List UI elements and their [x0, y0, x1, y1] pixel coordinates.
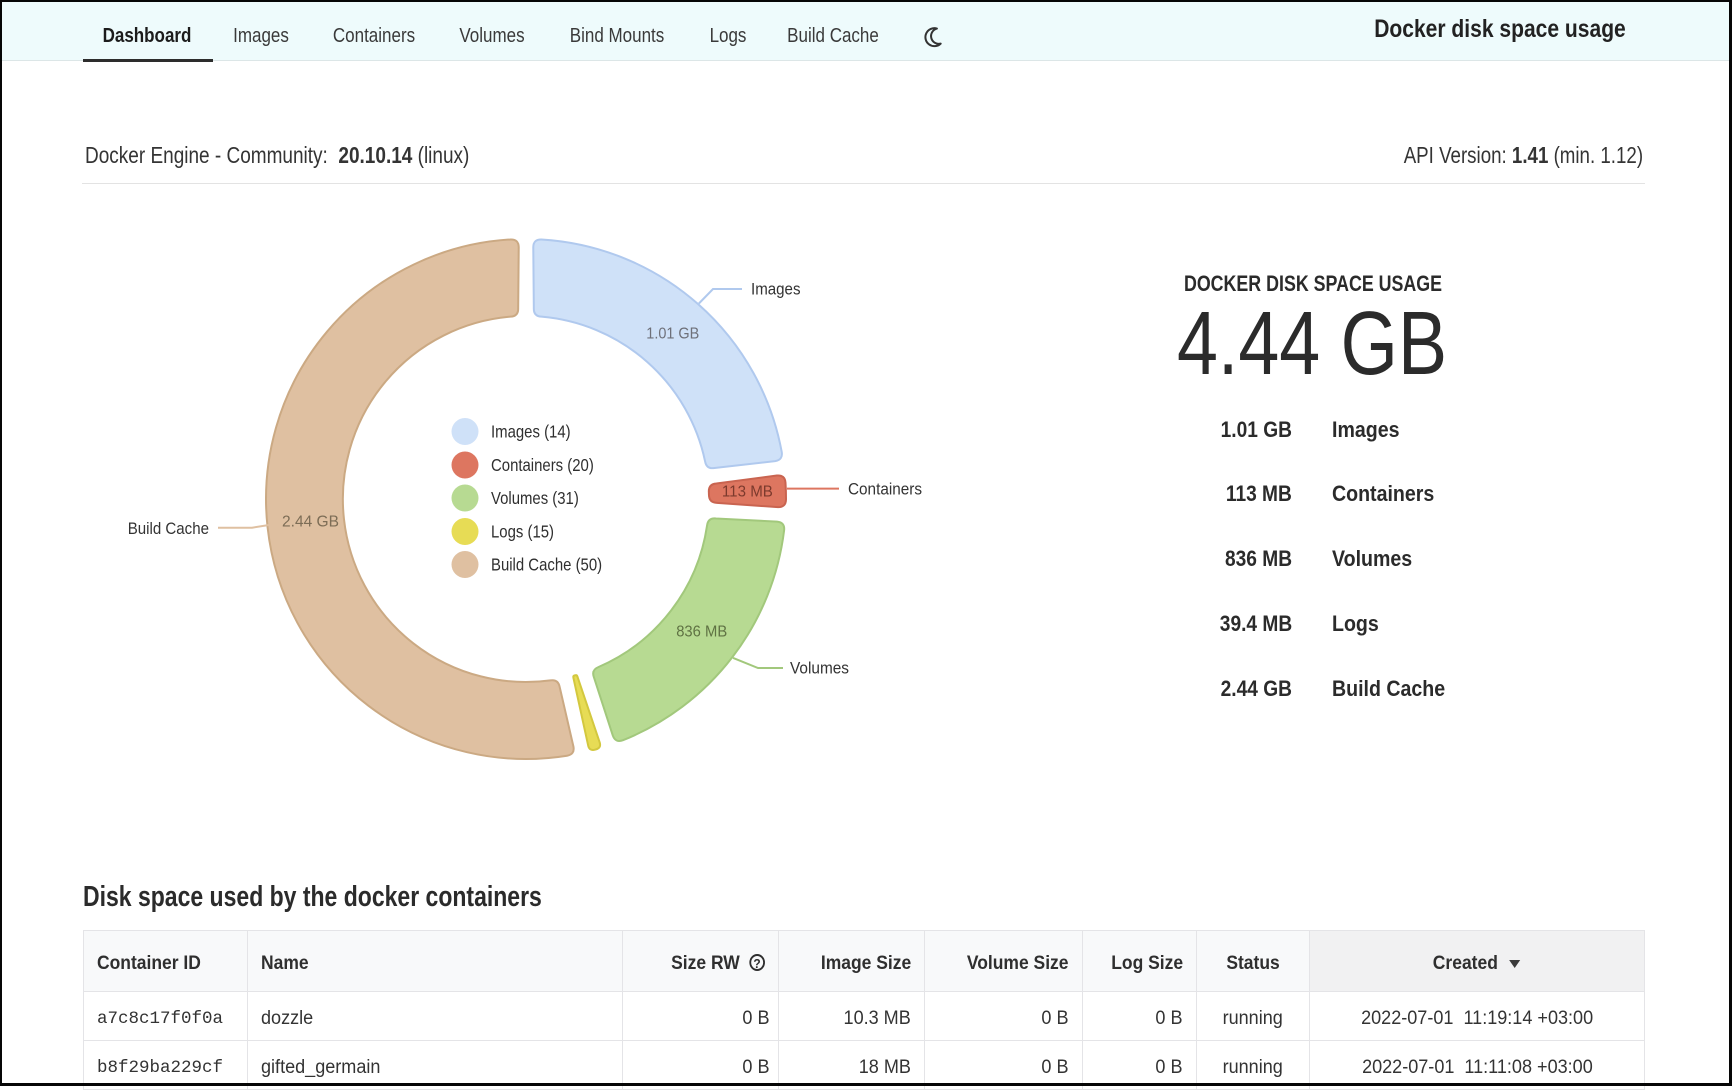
svg-text:Images: Images [751, 280, 801, 299]
svg-text:2.44 GB: 2.44 GB [282, 514, 339, 531]
svg-text:Logs (15): Logs (15) [491, 522, 554, 542]
svg-text:Containers (20): Containers (20) [491, 455, 594, 475]
svg-text:Build Cache: Build Cache [128, 519, 209, 538]
svg-text:1.01 GB: 1.01 GB [646, 326, 699, 343]
